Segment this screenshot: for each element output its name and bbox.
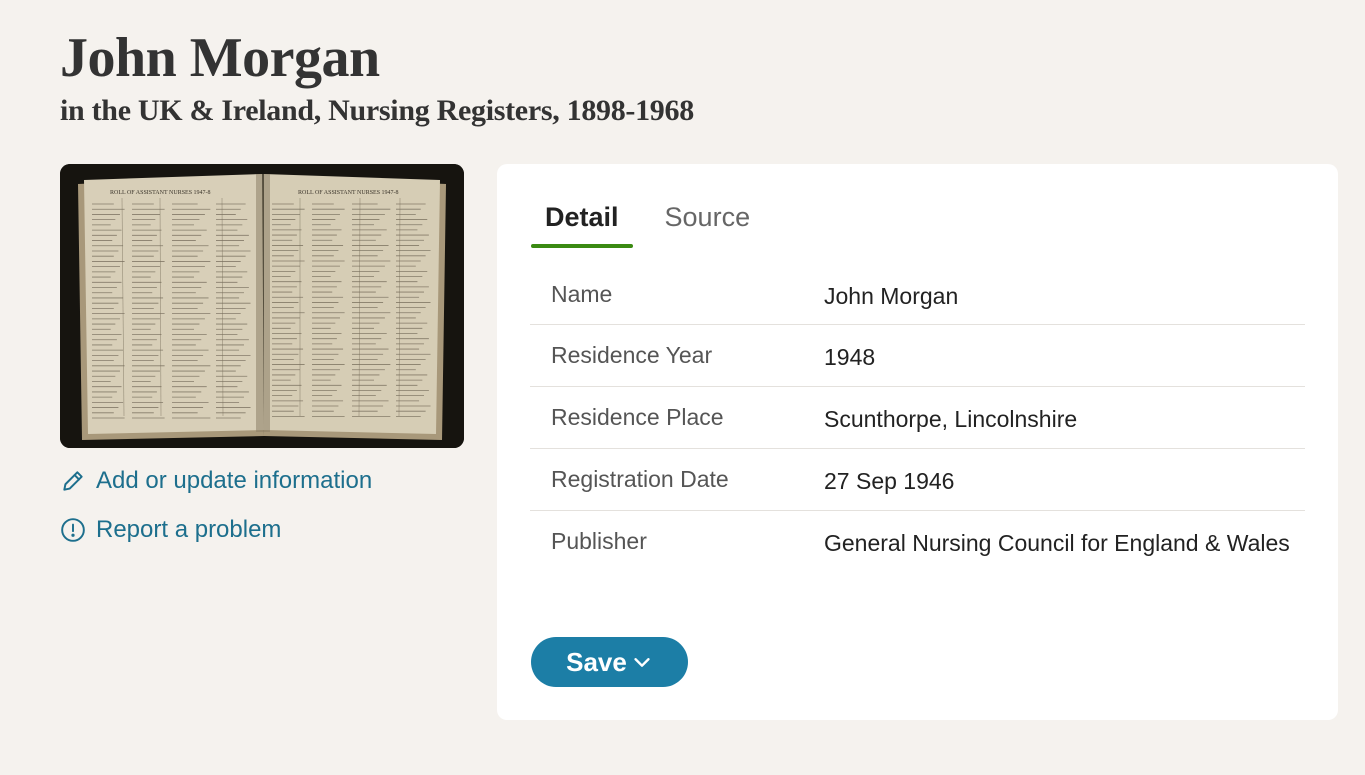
detail-value: 27 Sep 1946 [824,468,955,494]
record-tabs: Detail Source [531,194,782,248]
detail-label: Publisher [551,528,647,554]
details-table: Name John Morgan Residence Year 1948 Res… [530,264,1305,601]
detail-value: 1948 [824,344,876,370]
detail-row-name: Name John Morgan [530,264,1305,325]
detail-label: Name [551,281,613,307]
detail-label: Residence Year [551,342,713,368]
tab-detail[interactable]: Detail [531,194,633,248]
chevron-down-icon [631,651,653,673]
collection-subtitle: in the UK & Ireland, Nursing Registers, … [60,94,694,127]
detail-row-publisher: Publisher General Nursing Council for En… [530,511,1305,601]
add-update-information-label: Add or update information [96,467,373,494]
page-title: John Morgan [60,27,380,89]
register-book-image: ROLL OF ASSISTANT NURSES 1947-8 ROLL OF … [60,164,464,448]
detail-value: John Morgan [824,283,959,309]
report-problem-label: Report a problem [96,516,282,543]
add-update-information-link[interactable]: Add or update information [60,466,372,496]
detail-row-registration-date: Registration Date 27 Sep 1946 [530,449,1305,511]
detail-label: Registration Date [551,466,729,492]
tab-source[interactable]: Source [651,194,765,248]
detail-row-residence-place: Residence Place Scunthorpe, Lincolnshire [530,387,1305,449]
pencil-icon [60,468,86,494]
save-button[interactable]: Save [531,637,688,687]
record-image-thumbnail[interactable]: ROLL OF ASSISTANT NURSES 1947-8 ROLL OF … [60,164,464,448]
left-page-header: ROLL OF ASSISTANT NURSES 1947-8 [110,190,211,196]
save-button-label: Save [566,646,627,677]
detail-label: Residence Place [551,404,724,430]
detail-row-residence-year: Residence Year 1948 [530,325,1305,387]
detail-value: General Nursing Council for England & Wa… [824,530,1290,556]
detail-value: Scunthorpe, Lincolnshire [824,406,1078,432]
record-details-panel: Detail Source Name John Morgan Residence… [497,164,1338,720]
report-problem-link[interactable]: Report a problem [60,515,281,545]
alert-circle-icon [60,517,86,543]
right-page-header: ROLL OF ASSISTANT NURSES 1947-8 [298,190,399,196]
